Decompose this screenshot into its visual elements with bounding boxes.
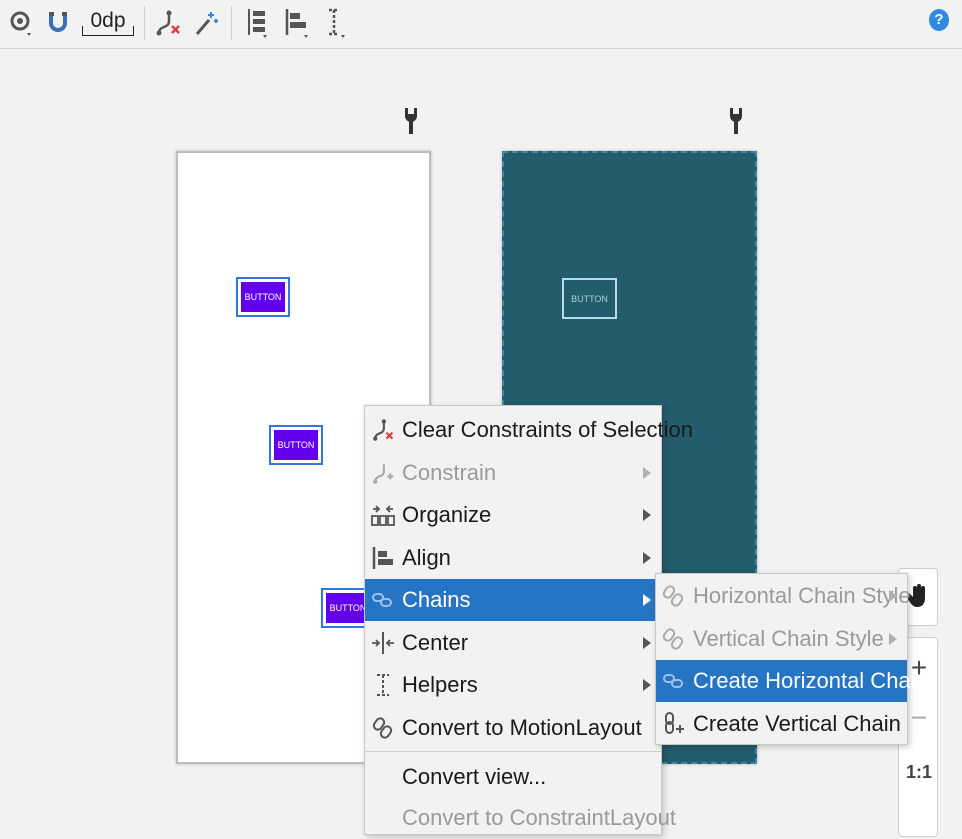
chain-icon	[662, 584, 686, 608]
menu-item-chains[interactable]: Chains	[365, 579, 661, 621]
chain-icon	[662, 627, 686, 651]
menu-item-label: Align	[402, 545, 451, 570]
submenu-arrow-icon	[889, 633, 897, 645]
submenu-arrow-icon	[889, 590, 897, 602]
magic-wand-icon[interactable]	[194, 7, 220, 39]
menu-item-convert-motionlayout[interactable]: Convert to MotionLayout	[365, 707, 661, 749]
menu-item-label: Create Vertical Chain	[693, 711, 901, 736]
button-label: BUTTON	[241, 282, 285, 312]
helpers-icon	[371, 673, 395, 697]
menu-item-create-horizontal-chain[interactable]: Create Horizontal Chain	[656, 660, 928, 702]
menu-item-center[interactable]: Center	[365, 622, 661, 664]
actual-size-button[interactable]: 1:1	[899, 762, 939, 783]
menu-item-align[interactable]: Align	[365, 537, 661, 579]
menu-item-helpers[interactable]: Helpers	[365, 664, 661, 706]
align-icon[interactable]	[284, 7, 312, 39]
menu-item-label: Convert to ConstraintLayout	[402, 805, 676, 830]
menu-item-convert-constraintlayout[interactable]: Convert to ConstraintLayout	[365, 797, 676, 839]
menu-item-convert-view[interactable]: Convert view...	[365, 756, 661, 798]
clear-constraints-icon	[371, 418, 395, 442]
button-label: BUTTON	[274, 430, 318, 460]
motion-layout-icon	[371, 716, 395, 740]
align-icon	[371, 546, 395, 570]
layout-editor-toolbar: 0dp ?	[0, 0, 962, 49]
wrench-icon[interactable]	[402, 106, 420, 141]
menu-item-label: Convert to MotionLayout	[402, 715, 642, 740]
menu-item-label: Chains	[402, 587, 471, 612]
submenu-arrow-icon	[643, 552, 651, 564]
menu-item-horizontal-chain-style[interactable]: Horizontal Chain Style	[656, 575, 911, 617]
layout-button[interactable]: BUTTON	[236, 277, 290, 317]
menu-item-label: Helpers	[402, 672, 478, 697]
horizontal-chain-icon	[662, 669, 686, 693]
menu-item-label: Horizontal Chain Style	[693, 583, 911, 608]
clear-constraints-icon[interactable]	[155, 7, 181, 39]
toolbar-divider	[231, 6, 232, 40]
chains-submenu: Horizontal Chain Style Vertical Chain St…	[655, 573, 928, 745]
magnet-icon[interactable]	[47, 7, 69, 39]
chain-icon	[371, 588, 395, 612]
submenu-arrow-icon	[643, 637, 651, 649]
menu-item-label: Vertical Chain Style	[693, 626, 884, 651]
menu-item-label: Convert view...	[402, 764, 547, 789]
context-menu: Clear Constraints of Selection Constrain…	[364, 405, 693, 835]
submenu-arrow-icon	[643, 594, 651, 606]
menu-item-label: Constrain	[402, 460, 497, 485]
center-icon	[371, 631, 395, 655]
menu-item-clear-constraints[interactable]: Clear Constraints of Selection	[365, 409, 693, 451]
menu-divider	[365, 751, 661, 752]
menu-item-organize[interactable]: Organize	[365, 494, 661, 536]
pack-icon[interactable]	[243, 7, 271, 39]
guidelines-icon[interactable]	[324, 7, 350, 39]
submenu-arrow-icon	[643, 679, 651, 691]
help-icon[interactable]: ?	[929, 9, 949, 31]
vertical-chain-icon	[662, 712, 686, 736]
submenu-arrow-icon	[643, 509, 651, 521]
menu-item-label: Create Horizontal Chain	[693, 668, 928, 693]
constrain-icon	[371, 461, 395, 485]
menu-item-label: Organize	[402, 502, 492, 527]
toolbar-divider	[144, 6, 145, 40]
organize-icon	[371, 503, 395, 527]
layout-button[interactable]: BUTTON	[269, 425, 323, 465]
blueprint-button[interactable]: BUTTON	[562, 278, 617, 319]
default-margin-field[interactable]: 0dp	[82, 8, 134, 36]
submenu-arrow-icon	[643, 467, 651, 479]
menu-item-label: Center	[402, 630, 469, 655]
menu-item-create-vertical-chain[interactable]: Create Vertical Chain	[656, 703, 907, 745]
eye-icon[interactable]	[8, 7, 36, 39]
menu-item-constrain[interactable]: Constrain	[365, 452, 661, 494]
menu-item-vertical-chain-style[interactable]: Vertical Chain Style	[656, 618, 907, 660]
menu-item-label: Clear Constraints of Selection	[402, 417, 694, 442]
wrench-icon[interactable]	[727, 106, 745, 141]
